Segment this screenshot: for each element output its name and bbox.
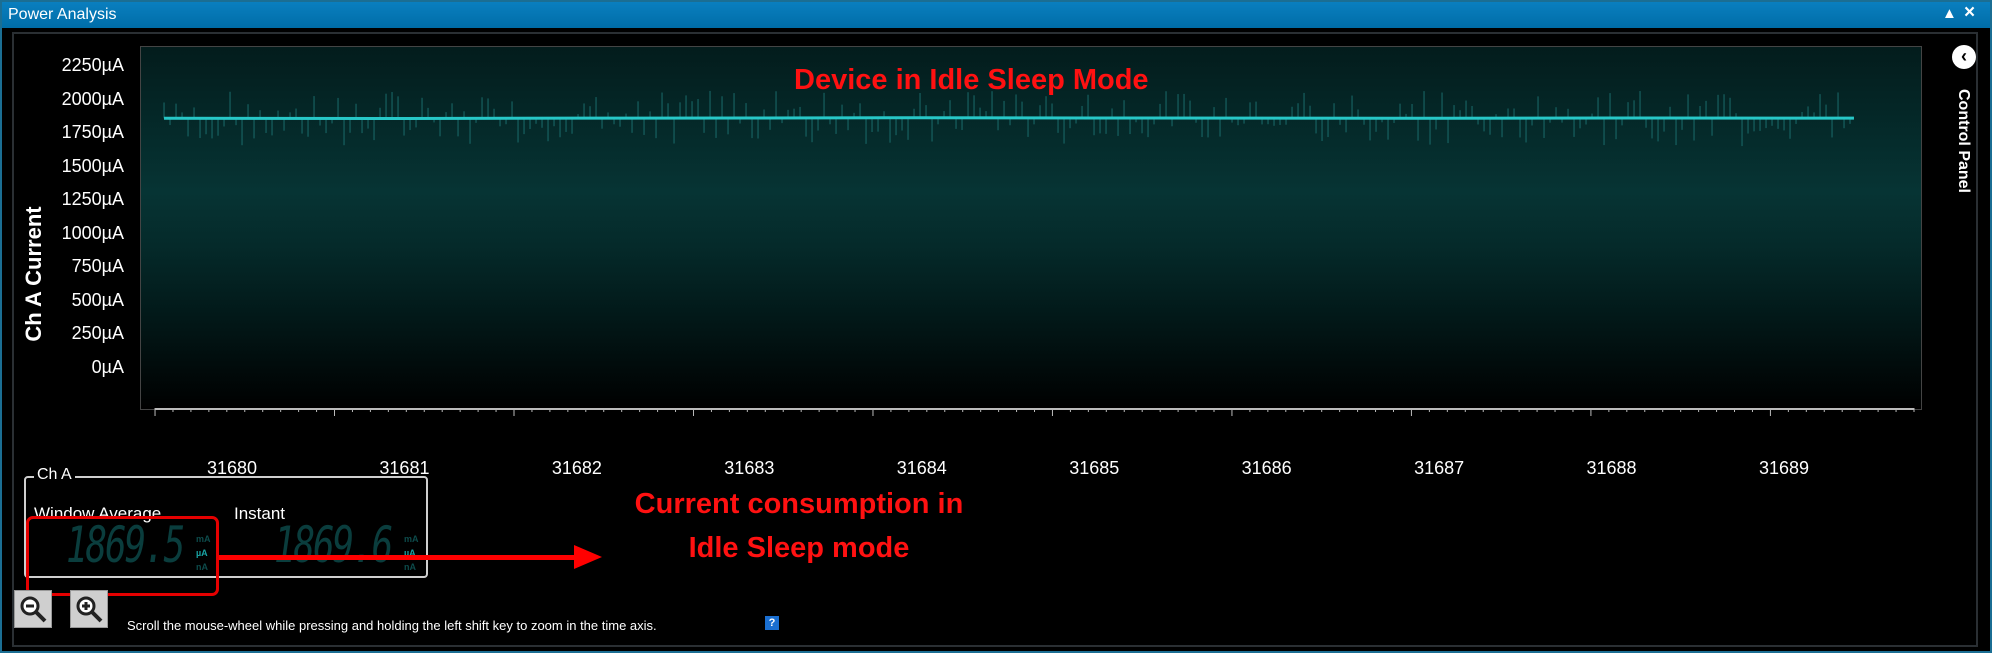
x-tick-label: 31689: [1758, 458, 1810, 478]
control-panel-toggle-icon[interactable]: ‹: [1952, 45, 1976, 69]
current-trace-line: [164, 116, 1854, 121]
y-tick-label: 2250µA: [61, 55, 124, 75]
instant-unit-ma: mA: [404, 534, 419, 544]
zoom-hint-text: Scroll the mouse-wheel while pressing an…: [127, 618, 657, 633]
idle-sleep-annotation: Device in Idle Sleep Mode: [794, 64, 1149, 96]
x-axis-tick-marks: [154, 408, 1915, 416]
window-average-highlight: [26, 516, 219, 596]
y-tick-label: 1500µA: [61, 155, 124, 176]
instant-unit-na: nA: [404, 562, 416, 572]
zoom-in-icon: [76, 596, 103, 623]
y-tick-label: 750µA: [71, 256, 124, 277]
x-tick-label: 31688: [1586, 458, 1637, 478]
x-tick-label: 31683: [724, 458, 775, 478]
x-tick-label: 31684: [896, 458, 947, 478]
power-analysis-window: Power Analysis ▲ × Ch A Current 2250µA 20…: [0, 0, 1992, 653]
current-consumption-line1: Current consumption in: [634, 488, 964, 520]
y-tick-label: 1000µA: [61, 222, 124, 243]
x-tick-label: 31682: [551, 458, 602, 478]
y-tick-label: 250µA: [71, 323, 124, 344]
window-title: Power Analysis: [8, 6, 117, 23]
y-tick-label: 2000µA: [61, 88, 124, 109]
current-trace-chart: [163, 90, 1854, 147]
channel-label: Ch A: [34, 466, 75, 484]
instant-value: 1869.6: [274, 516, 393, 574]
y-tick-label: 1750µA: [61, 122, 124, 143]
zoom-out-button[interactable]: [14, 590, 52, 628]
help-icon[interactable]: ?: [765, 616, 779, 630]
zoom-in-button[interactable]: [70, 590, 108, 628]
current-plot[interactable]: [140, 46, 1922, 410]
x-tick-label: 31685: [1069, 458, 1120, 478]
annotation-arrow-line: [219, 555, 579, 560]
power-analysis-content: Ch A Current 2250µA 2000µA 1750µA 1500µA 125…: [12, 32, 1978, 647]
annotation-arrow-head: [574, 545, 602, 569]
current-consumption-line2: Idle Sleep mode: [688, 532, 910, 564]
y-tick-label: 0µA: [91, 357, 124, 377]
y-tick-label: 1250µA: [61, 189, 124, 210]
collapse-icon[interactable]: ▲: [1942, 5, 1957, 22]
x-tick-label: 31687: [1414, 458, 1465, 478]
close-icon[interactable]: ×: [1964, 2, 1975, 24]
zoom-out-icon: [20, 596, 47, 623]
x-tick-label: 31686: [1241, 458, 1292, 478]
y-tick-label: 500µA: [71, 289, 124, 310]
current-consumption-annotation: Current consumption in Idle Sleep mode: [609, 482, 989, 570]
title-bar: Power Analysis ▲ ×: [2, 2, 1990, 28]
control-panel-tab[interactable]: Control Panel: [1940, 76, 1986, 206]
